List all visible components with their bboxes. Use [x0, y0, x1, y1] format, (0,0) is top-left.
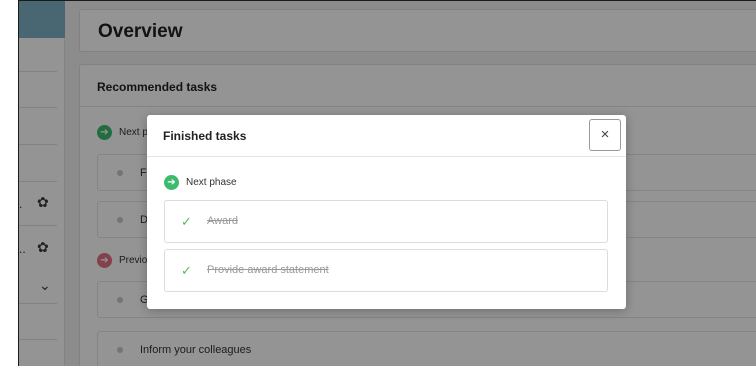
arrow-right-icon: ➔	[164, 175, 179, 190]
close-button[interactable]: ×	[589, 119, 621, 151]
finished-tasks-modal: Finished tasks × ➔ Next phase ✓ Award ✓ …	[147, 115, 626, 309]
completed-task[interactable]: ✓ Award	[164, 200, 608, 243]
completed-task[interactable]: ✓ Provide award statement	[164, 249, 608, 292]
check-icon: ✓	[181, 214, 192, 229]
completed-task-label: Provide award statement	[207, 264, 329, 276]
app-frame: . ✿ .. ✿ ⌄ Overview Recommended tasks ➔ …	[18, 0, 756, 366]
modal-title: Finished tasks	[163, 129, 247, 143]
modal-header: Finished tasks ×	[147, 115, 626, 157]
modal-phase-label: Next phase	[186, 177, 237, 188]
check-icon: ✓	[181, 263, 192, 278]
completed-task-label: Award	[207, 215, 238, 227]
